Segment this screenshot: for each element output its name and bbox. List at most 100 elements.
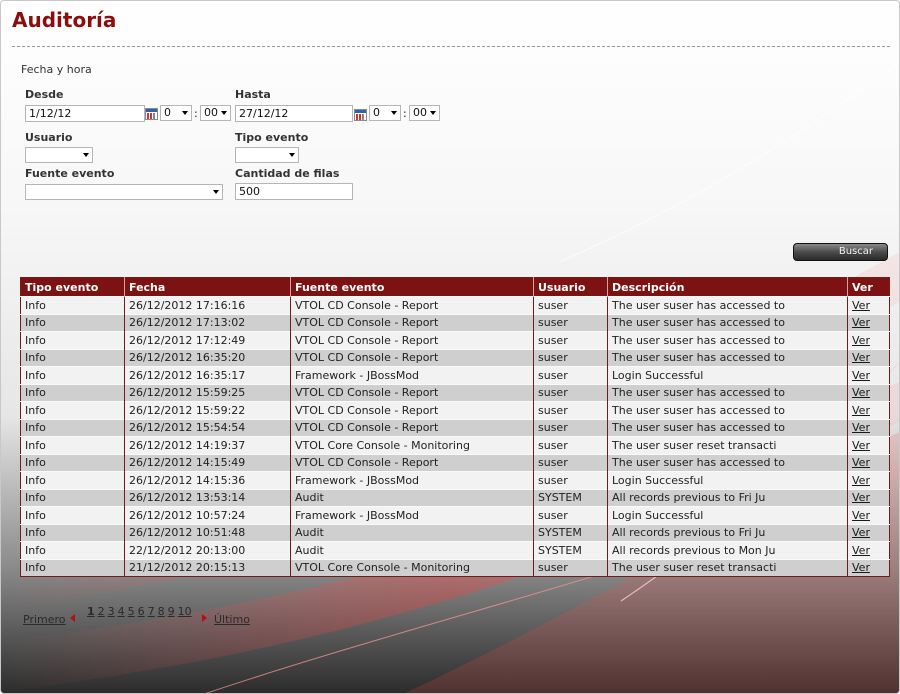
cell-descripcion: The user suser has accessed to [607, 453, 848, 472]
cell-descripcion: The user suser has accessed to [607, 313, 848, 332]
cell-fecha: 26/12/2012 10:51:48 [124, 523, 291, 542]
ver-link[interactable]: Ver [852, 491, 870, 504]
ver-link[interactable]: Ver [852, 526, 870, 539]
pagination-first-link[interactable]: Primero [23, 613, 66, 626]
table-row[interactable]: Info 22/12/2012 20:13:00 Audit SYSTEM All re… [20, 541, 890, 559]
table-row[interactable]: Info 26/12/2012 14:15:49 VTOL CD Console -… [20, 453, 890, 472]
ver-link[interactable]: Ver [852, 561, 870, 574]
ver-link[interactable]: Ver [852, 334, 870, 347]
ver-link[interactable]: Ver [852, 456, 870, 469]
pagination-page-8[interactable]: 8 [158, 605, 165, 618]
cell-fecha: 26/12/2012 15:54:54 [124, 418, 291, 437]
hasta-date-input[interactable]: 27/12/12 [235, 105, 353, 122]
cell-usuario: SYSTEM [533, 523, 608, 542]
cell-tipo-evento: Info [20, 401, 125, 419]
pagination-prev-arrow-icon[interactable] [70, 614, 75, 622]
cell-fecha: 21/12/2012 20:15:13 [124, 558, 291, 577]
hasta-minute-select[interactable]: 00 [409, 105, 440, 121]
chevron-down-icon [391, 111, 397, 115]
hasta-calendar-icon[interactable] [354, 109, 367, 121]
cell-fecha: 26/12/2012 15:59:22 [124, 401, 291, 419]
cell-usuario: suser [533, 471, 608, 489]
desde-hour-select[interactable]: 0 [160, 105, 192, 121]
table-row[interactable]: Info 26/12/2012 14:19:37 VTOL Core Console… [20, 436, 890, 454]
cell-fuente-evento: VTOL CD Console - Report [290, 383, 534, 402]
chevron-down-icon [83, 153, 89, 157]
ver-link[interactable]: Ver [852, 316, 870, 329]
table-row[interactable]: Info 21/12/2012 20:15:13 VTOL Core Console… [20, 558, 890, 577]
cell-descripcion: The user suser has accessed to [607, 383, 848, 402]
cell-descripcion: The user suser has accessed to [607, 418, 848, 437]
pagination-page-4[interactable]: 4 [118, 605, 125, 618]
fuente-evento-select[interactable] [25, 184, 223, 200]
table-header-row: Tipo evento Fecha Fuente evento Usuario … [20, 277, 890, 297]
desde-minute-select[interactable]: 00 [200, 105, 231, 121]
ver-link[interactable]: Ver [852, 351, 870, 364]
cell-tipo-evento: Info [20, 366, 125, 384]
column-header-usuario[interactable]: Usuario [533, 277, 608, 297]
cell-usuario: suser [533, 313, 608, 332]
cell-descripcion: All records previous to Fri Ju [607, 488, 848, 507]
cell-tipo-evento: Info [20, 313, 125, 332]
pagination-last-link[interactable]: Último [214, 613, 250, 626]
pagination-page-5[interactable]: 5 [128, 605, 135, 618]
cell-fuente-evento: VTOL Core Console - Monitoring [290, 436, 534, 454]
ver-link[interactable]: Ver [852, 404, 870, 417]
ver-link[interactable]: Ver [852, 386, 870, 399]
cell-usuario: suser [533, 506, 608, 524]
table-row[interactable]: Info 26/12/2012 15:59:25 VTOL CD Console -… [20, 383, 890, 402]
cell-usuario: suser [533, 383, 608, 402]
pagination-page-2[interactable]: 2 [98, 605, 105, 618]
desde-calendar-icon[interactable] [145, 108, 158, 120]
cell-tipo-evento: Info [20, 436, 125, 454]
cell-ver: Ver [847, 488, 890, 507]
cell-descripcion: The user suser has accessed to [607, 401, 848, 419]
ver-link[interactable]: Ver [852, 474, 870, 487]
pagination-page-3[interactable]: 3 [108, 605, 115, 618]
table-row[interactable]: Info 26/12/2012 10:57:24 Framework - JBoss… [20, 506, 890, 524]
cell-usuario: suser [533, 366, 608, 384]
cell-fuente-evento: VTOL CD Console - Report [290, 418, 534, 437]
ver-link[interactable]: Ver [852, 439, 870, 452]
table-row[interactable]: Info 26/12/2012 16:35:17 Framework - JBoss… [20, 366, 890, 384]
pagination-page-7[interactable]: 7 [148, 605, 155, 618]
table-row[interactable]: Info 26/12/2012 15:54:54 VTOL CD Console -… [20, 418, 890, 437]
chevron-down-icon [213, 190, 219, 194]
ver-link[interactable]: Ver [852, 299, 870, 312]
hasta-hour-select[interactable]: 0 [369, 105, 401, 121]
table-row[interactable]: Info 26/12/2012 15:59:22 VTOL CD Console -… [20, 401, 890, 419]
ver-link[interactable]: Ver [852, 369, 870, 382]
ver-link[interactable]: Ver [852, 544, 870, 557]
ver-link[interactable]: Ver [852, 509, 870, 522]
cell-tipo-evento: Info [20, 296, 125, 314]
table-row[interactable]: Info 26/12/2012 14:15:36 Framework - JBoss… [20, 471, 890, 489]
ver-link[interactable]: Ver [852, 421, 870, 434]
cell-usuario: suser [533, 296, 608, 314]
column-header-descripcion[interactable]: Descripción [607, 277, 848, 297]
tipo-evento-select[interactable] [235, 147, 299, 163]
table-row[interactable]: Info 26/12/2012 10:51:48 Audit SYSTEM All re… [20, 523, 890, 542]
buscar-button[interactable]: Buscar [793, 243, 888, 261]
table-body: Info 26/12/2012 17:16:16 VTOL CD Console -… [20, 296, 890, 577]
cantidad-filas-input[interactable]: 500 [235, 183, 353, 200]
audit-page: Auditoría Fecha y hora Desde 1/12/12 0 :… [0, 0, 900, 694]
table-row[interactable]: Info 26/12/2012 16:35:20 VTOL CD Console -… [20, 348, 890, 367]
cantidad-filas-label: Cantidad de filas [235, 167, 340, 180]
pagination-page-1[interactable]: 1 [87, 605, 95, 618]
column-header-fecha[interactable]: Fecha [124, 277, 291, 297]
pagination-page-9[interactable]: 9 [168, 605, 175, 618]
usuario-select[interactable] [25, 147, 93, 163]
desde-date-input[interactable]: 1/12/12 [25, 105, 145, 122]
table-row[interactable]: Info 26/12/2012 17:12:49 VTOL CD Console -… [20, 331, 890, 349]
pagination-page-6[interactable]: 6 [138, 605, 145, 618]
pagination-next-arrow-icon[interactable] [202, 614, 207, 622]
column-header-fuente-evento[interactable]: Fuente evento [290, 277, 534, 297]
table-row[interactable]: Info 26/12/2012 13:53:14 Audit SYSTEM All re… [20, 488, 890, 507]
pagination-page-10[interactable]: 10 [178, 605, 192, 618]
table-row[interactable]: Info 26/12/2012 17:13:02 VTOL CD Console -… [20, 313, 890, 332]
chevron-down-icon [289, 153, 295, 157]
column-header-tipo-evento[interactable]: Tipo evento [20, 277, 125, 297]
table-row[interactable]: Info 26/12/2012 17:16:16 VTOL CD Console -… [20, 296, 890, 314]
cell-usuario: SYSTEM [533, 488, 608, 507]
cell-fecha: 26/12/2012 10:57:24 [124, 506, 291, 524]
